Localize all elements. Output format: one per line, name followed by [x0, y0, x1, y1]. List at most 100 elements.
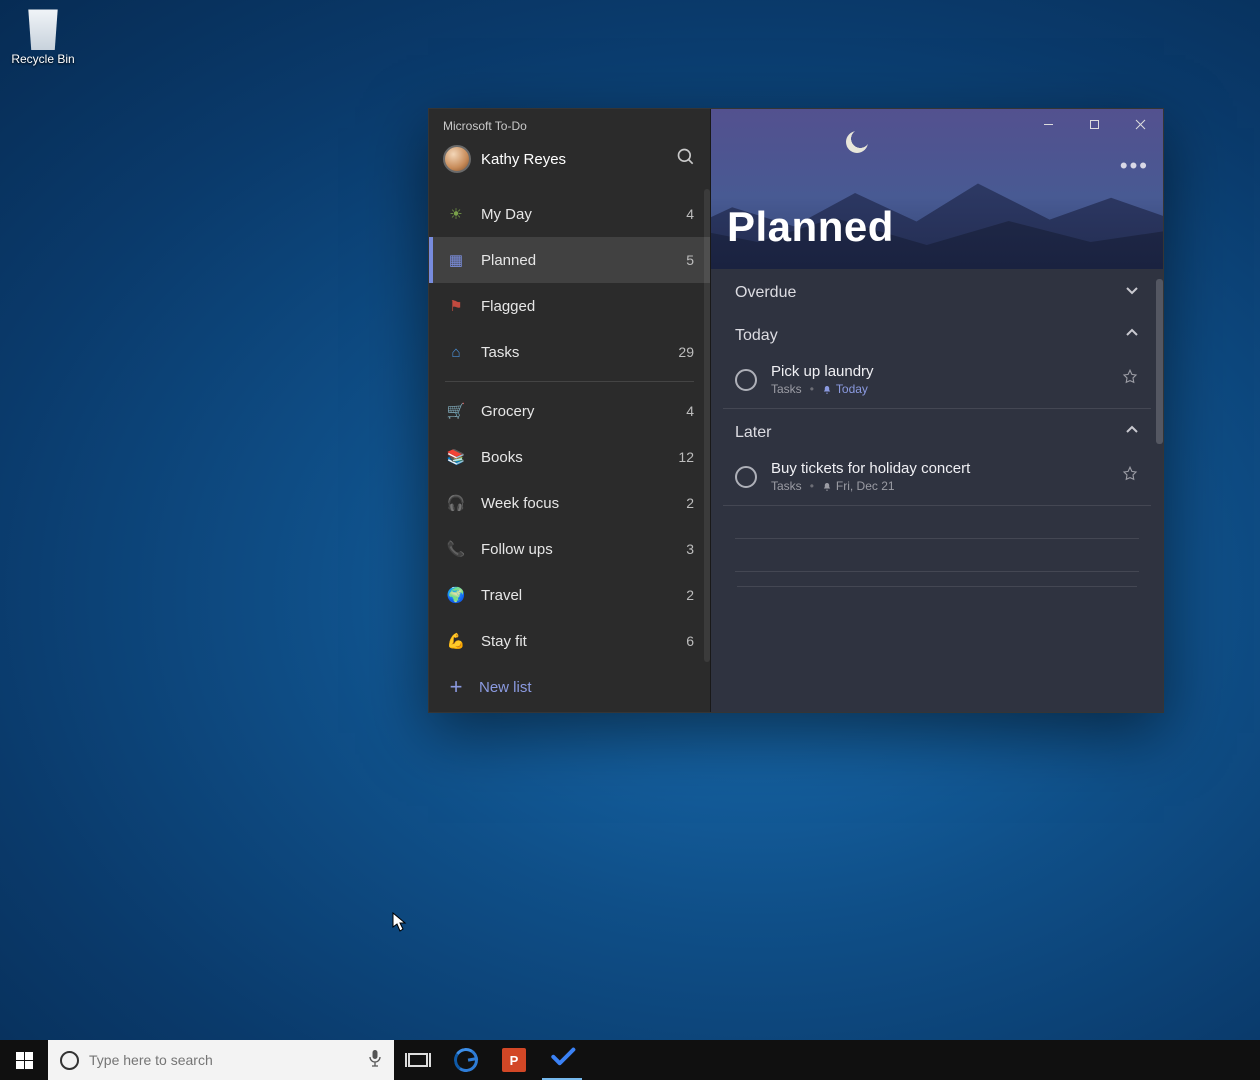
- chevron-down-icon: [1125, 283, 1139, 302]
- sidebar-item-planned[interactable]: ▦Planned5: [429, 237, 710, 283]
- task-item[interactable]: Pick up laundryTasks•Today: [723, 355, 1151, 409]
- mouse-cursor: [392, 912, 408, 937]
- home-icon: ⌂: [445, 344, 467, 361]
- headphones-icon: 🎧: [445, 494, 467, 512]
- list-title: Planned: [727, 203, 894, 251]
- user-row[interactable]: Kathy Reyes: [429, 137, 710, 191]
- section-title: Today: [735, 327, 778, 345]
- smart-lists: ☀ My Day4 ▦Planned5⚑Flagged ⌂ Tasks29: [429, 191, 710, 375]
- user-name: Kathy Reyes: [481, 151, 676, 168]
- taskbar-search[interactable]: [48, 1040, 394, 1080]
- todo-icon: [550, 1050, 574, 1070]
- task-content: OverdueTodayPick up laundryTasks•TodayLa…: [711, 269, 1163, 712]
- desktop-icon-label: Recycle Bin: [6, 52, 80, 66]
- sidebar-item-travel[interactable]: 🌍 Travel2: [429, 572, 710, 618]
- sidebar-item-tasks[interactable]: ⌂ Tasks29: [429, 329, 710, 375]
- books-icon: 📚: [445, 448, 467, 466]
- sidebar-item-count: 4: [686, 403, 694, 419]
- sidebar-item-label: Travel: [481, 587, 686, 604]
- desktop-icon-recycle-bin[interactable]: Recycle Bin: [6, 6, 80, 66]
- cortana-icon: [60, 1051, 79, 1070]
- sidebar-item-label: Grocery: [481, 403, 686, 420]
- taskbar-app-powerpoint[interactable]: P: [490, 1040, 538, 1080]
- bell-icon: [822, 384, 832, 394]
- task-complete-circle[interactable]: [735, 369, 757, 391]
- section-header-later[interactable]: Later: [723, 409, 1151, 452]
- sidebar-item-my-day[interactable]: ☀ My Day4: [429, 191, 710, 237]
- sidebar-item-books[interactable]: 📚Books12: [429, 434, 710, 480]
- chevron-up-icon: [1125, 423, 1139, 442]
- task-title: Pick up laundry: [771, 363, 1107, 380]
- powerpoint-icon: P: [502, 1048, 526, 1072]
- task-due: Fri, Dec 21: [822, 479, 895, 493]
- recycle-bin-icon: [22, 6, 64, 50]
- divider: [735, 571, 1139, 572]
- task-complete-circle[interactable]: [735, 466, 757, 488]
- main-panel: Planned ••• OverdueTodayPick up laundryT…: [711, 109, 1163, 712]
- sidebar-item-label: Flagged: [481, 298, 694, 315]
- sidebar-item-week-focus[interactable]: 🎧 Week focus2: [429, 480, 710, 526]
- sidebar-divider: [445, 381, 694, 382]
- sidebar-item-label: My Day: [481, 206, 686, 223]
- taskbar-app-todo[interactable]: [538, 1040, 586, 1080]
- task-view-button[interactable]: [394, 1040, 442, 1080]
- sidebar-item-label: Tasks: [481, 344, 678, 361]
- sidebar-item-count: 6: [686, 633, 694, 649]
- windows-logo-icon: [16, 1052, 33, 1069]
- sidebar-item-follow-ups[interactable]: 📞 Follow ups3: [429, 526, 710, 572]
- window-controls: [1025, 109, 1163, 139]
- sidebar-item-count: 5: [686, 252, 694, 268]
- sidebar-item-label: Follow ups: [481, 541, 686, 558]
- task-parent-list: Tasks: [771, 479, 802, 493]
- app-title: Microsoft To-Do: [429, 109, 710, 137]
- task-view-icon: [408, 1053, 428, 1067]
- maximize-button[interactable]: [1071, 109, 1117, 139]
- sidebar-item-grocery[interactable]: 🛒 Grocery4: [429, 388, 710, 434]
- section-header-today[interactable]: Today: [723, 312, 1151, 355]
- scrollbar-thumb[interactable]: [1156, 279, 1163, 444]
- search-icon[interactable]: [676, 147, 696, 172]
- new-list-button[interactable]: + New list: [429, 666, 710, 712]
- taskbar-app-edge[interactable]: [442, 1040, 490, 1080]
- edge-icon: [452, 1046, 480, 1074]
- bell-icon: [822, 481, 832, 491]
- sidebar-item-label: Week focus: [481, 495, 686, 512]
- task-title: Buy tickets for holiday concert: [771, 460, 1107, 477]
- plus-icon: +: [445, 674, 467, 700]
- search-input[interactable]: [89, 1052, 358, 1068]
- sidebar-item-label: Stay fit: [481, 633, 686, 650]
- more-options-button[interactable]: •••: [1120, 153, 1149, 179]
- sidebar-item-count: 2: [686, 587, 694, 603]
- task-due: Today: [822, 382, 868, 396]
- muscle-icon: 💪: [445, 632, 467, 650]
- close-button[interactable]: [1117, 109, 1163, 139]
- star-icon[interactable]: [1121, 465, 1139, 488]
- moon-icon: [846, 131, 868, 153]
- taskbar: P: [0, 1040, 1260, 1080]
- section-header-overdue[interactable]: Overdue: [723, 269, 1151, 312]
- sidebar-item-count: 3: [686, 541, 694, 557]
- sidebar-item-stay-fit[interactable]: 💪 Stay fit6: [429, 618, 710, 664]
- section-title: Later: [735, 424, 771, 442]
- task-item[interactable]: Buy tickets for holiday concertTasks•Fri…: [723, 452, 1151, 506]
- app-window-microsoft-todo: Microsoft To-Do Kathy Reyes ☀My Day4▦Pla…: [428, 108, 1164, 713]
- sidebar: Microsoft To-Do Kathy Reyes ☀My Day4▦Pla…: [429, 109, 711, 712]
- minimize-button[interactable]: [1025, 109, 1071, 139]
- sidebar-item-label: Planned: [481, 252, 686, 269]
- chevron-up-icon: [1125, 326, 1139, 345]
- divider: [735, 538, 1139, 539]
- sidebar-item-count: 2: [686, 495, 694, 511]
- start-button[interactable]: [0, 1040, 48, 1080]
- sidebar-item-count: 29: [678, 344, 694, 360]
- sidebar-item-flagged[interactable]: ⚑Flagged: [429, 283, 710, 329]
- section-title: Overdue: [735, 284, 796, 302]
- phone-icon: 📞: [445, 540, 467, 558]
- globe-icon: 🌍: [445, 586, 467, 604]
- microphone-icon[interactable]: [368, 1049, 382, 1072]
- sidebar-item-label: Books: [481, 449, 678, 466]
- star-icon[interactable]: [1121, 368, 1139, 391]
- avatar: [443, 145, 471, 173]
- cart-icon: 🛒: [445, 402, 467, 420]
- sun-icon: ☀: [445, 205, 467, 223]
- sidebar-item-count: 4: [686, 206, 694, 222]
